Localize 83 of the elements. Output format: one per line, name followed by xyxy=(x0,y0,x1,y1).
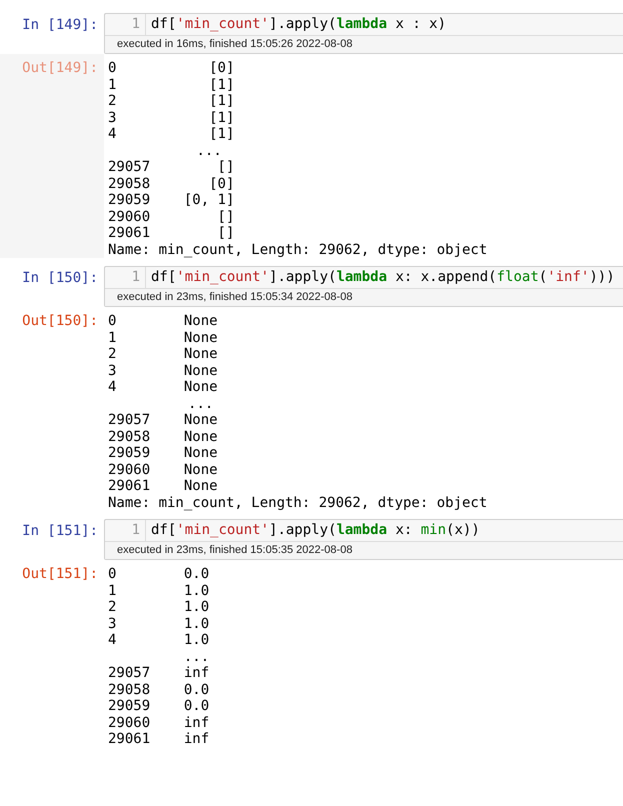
execution-status: executed in 16ms, finished 15:05:26 2022-08-08 xyxy=(117,37,352,52)
series-value: [] xyxy=(216,225,234,242)
code-line: df['min_count'].apply(lambda x : x) xyxy=(150,15,446,34)
index-label: 0 xyxy=(108,313,118,330)
series-value: [0, 1] xyxy=(184,192,234,208)
ellipsis: ... xyxy=(184,648,210,665)
series-value: 0.0 xyxy=(184,698,210,714)
series-value: None xyxy=(184,428,218,445)
series-value: None xyxy=(184,478,218,494)
index-label: 29061 xyxy=(108,478,152,494)
series-value: None xyxy=(184,445,218,462)
index-label: 29057 xyxy=(108,412,152,428)
series-value: None xyxy=(184,462,218,478)
series-value: inf xyxy=(184,731,210,748)
index-label: 4 xyxy=(108,379,118,396)
line-number: 1 xyxy=(130,268,141,287)
series-value: [1] xyxy=(208,110,234,126)
code-cell[interactable]: 1 df['min_count'].apply(lambda x: min(x)) executed in 23ms, finished 15:05:35 2022-08-08 xyxy=(104,519,623,560)
code-cell[interactable]: 1 df['min_count'].apply(lambda x: x.append(float('inf'))) executed in 23ms, finished 15:05:34 2022-08-08 xyxy=(104,266,623,307)
ellipsis: ... xyxy=(196,142,222,159)
series-value: None xyxy=(184,330,218,346)
code-cell[interactable]: 1 df['min_count'].apply(lambda x : x) executed in 16ms, finished 15:05:26 2022-08-08 xyxy=(104,13,623,54)
series-footer: Name: min_count, Length: 29062, dtype: object xyxy=(108,242,488,258)
index-label: 0 xyxy=(108,566,118,582)
series-value: [0] xyxy=(208,60,234,76)
index-label: 29058 xyxy=(108,428,152,445)
code-line: df['min_count'].apply(lambda x: min(x)) xyxy=(150,521,480,540)
output-prompt: Out[151]: xyxy=(22,565,98,584)
series-value: None xyxy=(184,346,218,362)
series-value: [0] xyxy=(208,176,234,192)
series-value: None xyxy=(184,379,218,396)
ellipsis: ... xyxy=(188,396,214,412)
code-line: df['min_count'].apply(lambda x: x.append(float('inf'))) xyxy=(150,268,615,287)
series-value: 1.0 xyxy=(184,632,210,648)
index-label: 1 xyxy=(108,582,118,599)
index-label: 29059 xyxy=(108,698,152,714)
line-number: 1 xyxy=(130,15,141,34)
index-label: 1 xyxy=(108,76,118,93)
index-label: 0 xyxy=(108,60,118,76)
index-label: 2 xyxy=(108,93,118,110)
index-label: 2 xyxy=(108,346,118,362)
index-label: 29057 xyxy=(108,159,152,176)
series-value: [] xyxy=(216,159,234,176)
series-value: 0.0 xyxy=(184,682,210,698)
output-prompt: Out[150]: xyxy=(22,312,98,331)
series-value: inf xyxy=(184,714,210,731)
series-footer: Name: min_count, Length: 29062, dtype: object xyxy=(108,494,488,511)
line-number: 1 xyxy=(130,521,141,540)
series-value: 1.0 xyxy=(184,599,210,616)
output-prompt: Out[149]: xyxy=(22,59,98,78)
index-label: 29061 xyxy=(108,731,152,748)
index-label: 29060 xyxy=(108,714,152,731)
series-value: 1.0 xyxy=(184,616,210,632)
execution-status: executed in 23ms, finished 15:05:34 2022-08-08 xyxy=(117,290,352,306)
series-value: [] xyxy=(216,208,234,225)
index-label: 1 xyxy=(108,330,118,346)
series-value: [1] xyxy=(208,126,234,142)
series-value: 0.0 xyxy=(184,566,210,582)
index-label: 4 xyxy=(108,632,118,648)
index-label: 29059 xyxy=(108,192,152,208)
index-label: 29060 xyxy=(108,462,152,478)
series-value: 1.0 xyxy=(184,582,210,599)
input-prompt: In [151]: xyxy=(22,522,98,541)
execution-status: executed in 23ms, finished 15:05:35 2022-08-08 xyxy=(117,543,352,558)
series-value: None xyxy=(184,313,218,330)
index-label: 3 xyxy=(108,362,118,379)
input-prompt: In [149]: xyxy=(22,16,98,35)
series-value: [1] xyxy=(208,93,234,110)
index-label: 29061 xyxy=(108,225,152,242)
index-label: 29057 xyxy=(108,665,152,682)
series-value: None xyxy=(184,362,218,379)
series-value: inf xyxy=(184,665,210,682)
input-prompt: In [150]: xyxy=(22,269,98,288)
index-label: 2 xyxy=(108,599,118,616)
index-label: 3 xyxy=(108,616,118,632)
series-value: None xyxy=(184,412,218,428)
index-label: 29060 xyxy=(108,208,152,225)
index-label: 3 xyxy=(108,110,118,126)
index-label: 29058 xyxy=(108,682,152,698)
index-label: 4 xyxy=(108,126,118,142)
index-label: 29058 xyxy=(108,176,152,192)
index-label: 29059 xyxy=(108,445,152,462)
series-value: [1] xyxy=(208,76,234,93)
